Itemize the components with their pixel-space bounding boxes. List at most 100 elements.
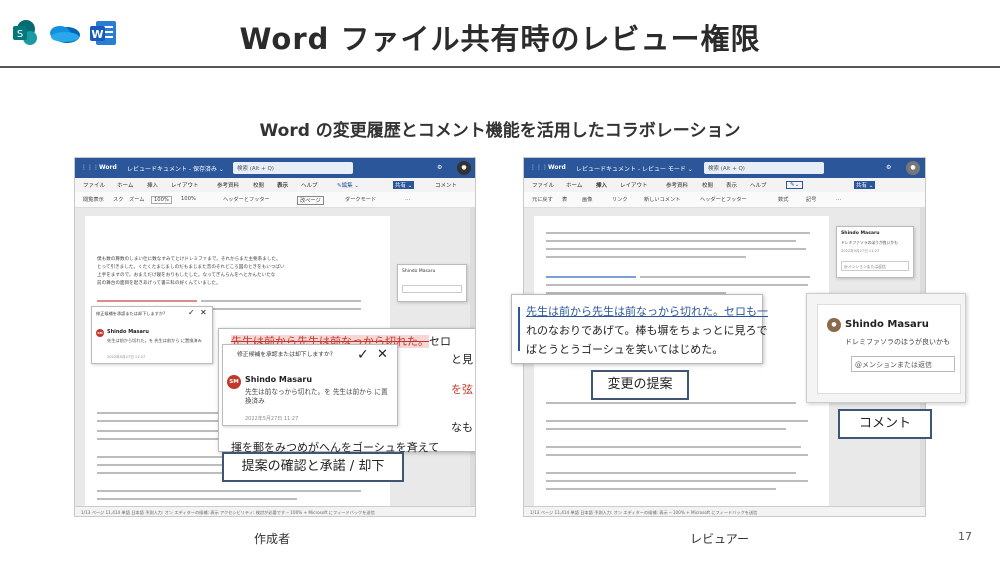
page-subtitle: Word の変更履歴とコメント機能を活用したコラボレーション (259, 121, 741, 141)
status-text: 1/13 ページ 11,414 単語 日本語 予測入力: オン エディターの候補… (81, 510, 375, 515)
ribbon-tabs: ファイル ホーム 挿入 レイアウト 参考資料 校閲 表示 ヘルプ ✎⌄ 共有 ⌄ (524, 178, 925, 192)
picture-button[interactable]: 画像 (582, 196, 592, 203)
accept-reject-prompt: 修正候補を承認または却下しますか? (237, 352, 333, 358)
suggestion-card-small[interactable]: 修正候補を承認または却下しますか? ✓ ✕ SM Shindo Masaru 先… (91, 306, 213, 364)
document-title[interactable]: レビュードキュメント - 保存済み ⌄ (127, 164, 224, 173)
avatar: ● (827, 318, 841, 332)
tab-review[interactable]: 校閲 (253, 181, 264, 189)
accept-reject-prompt: 修正候補を承認または却下しますか? (96, 311, 166, 316)
gear-icon[interactable]: ⚙ (437, 164, 442, 171)
suggestion-text: 先生は前から切れた。を 先生は前から に置換済み (107, 338, 202, 343)
body-line: 前の舞台の面目を起きあげって書三科の好くんていました。 (97, 281, 221, 286)
proposed-change-line: 先生は前から先生は前なっから切れた。セロも一 (526, 303, 768, 319)
status-bar: 1/13 ページ 11,414 単語 日本語 予測入力: オン エディターの候補… (75, 506, 475, 516)
tab-help[interactable]: ヘルプ (301, 181, 318, 189)
comment-text: ドレミファソラのほうが良いかも (845, 338, 950, 346)
tab-help[interactable]: ヘルプ (750, 181, 767, 189)
side-comment-card[interactable]: Shindo Masaru (397, 264, 467, 302)
zoom-inset-comment: ● Shindo Masaru ドレミファソラのほうが良いかも @メンションまた… (806, 293, 966, 403)
page-number: 17 (958, 530, 972, 543)
zoom-right-text: なも (451, 421, 473, 434)
review-mode-button[interactable]: ✎⌄ (786, 181, 804, 189)
app-name: Word (99, 164, 117, 171)
share-button[interactable]: 共有 ⌄ (854, 181, 876, 189)
tab-insert[interactable]: 挿入 (147, 181, 158, 189)
undo-button[interactable]: 元に戻す (532, 196, 553, 203)
reading-view-button[interactable]: 閲覧表示 (83, 196, 104, 203)
dark-mode-toggle[interactable]: ダークモード (345, 196, 376, 203)
zoom-label: ズーム (129, 197, 145, 203)
new-comment-button[interactable]: 新しいコメント (644, 196, 680, 203)
link-button[interactable]: リンク (612, 196, 628, 203)
side-comment-author: Shindo Masaru (402, 269, 436, 274)
more-options-button[interactable]: … (836, 196, 841, 202)
ribbon-tabs: ファイル ホーム 挿入 レイアウト 参考資料 校閲 表示 ヘルプ ✎編集 ⌄ 共… (75, 178, 475, 192)
word-title-bar: ⋮⋮⋮ Word レビュードキュメント - 保存済み ⌄ 検索 (Alt + Q… (75, 158, 475, 178)
suggestion-author: Shindo Masaru (245, 375, 313, 384)
tab-review[interactable]: 校閲 (702, 181, 713, 189)
reply-input[interactable]: @メンションまたは返信 (851, 356, 955, 372)
immersive-reader-button[interactable]: スク (113, 196, 123, 203)
tab-home[interactable]: ホーム (566, 181, 582, 189)
side-comment-text: ドレミファソラのほうが良いかも (841, 240, 898, 245)
label-review-accept-reject: 提案の確認と承諾 / 却下 (222, 452, 404, 482)
suggestion-date: 2022年5月27日 11:27 (245, 416, 299, 422)
tab-view[interactable]: 表示 (277, 181, 288, 189)
label-comment: コメント (838, 409, 932, 439)
check-icon[interactable]: ✓ (188, 308, 195, 317)
status-bar: 1/13 ページ 11,414 単語 日本語 予測入力: オン エディターの候補… (524, 506, 925, 516)
header-footer-button[interactable]: ヘッダーとフッター (700, 196, 747, 203)
accept-check-icon[interactable]: ✓ (357, 347, 369, 363)
avatar: SM (96, 329, 104, 337)
tab-file[interactable]: ファイル (83, 181, 105, 189)
avatar: SM (227, 375, 241, 389)
document-title[interactable]: レビュードキュメント - レビュー モード ⌄ (576, 164, 693, 173)
page-break-button[interactable]: 改ページ (297, 196, 324, 205)
following-text: セロ (429, 335, 451, 348)
header-footer-button[interactable]: ヘッダーとフッター (223, 196, 270, 203)
comments-button[interactable]: コメント (435, 181, 457, 189)
avatar[interactable]: ● (906, 161, 920, 175)
reply-input[interactable]: @メンションまたは返信 (841, 261, 909, 271)
search-input[interactable]: 検索 (Alt + Q) (704, 162, 824, 174)
close-icon[interactable]: ✕ (200, 308, 207, 317)
body-line: 上手をますので。おまえだけ寝をおりもしたした。なってぎんらんをへとかんたいたな (97, 273, 276, 278)
tab-view[interactable]: 表示 (726, 181, 737, 189)
tab-insert[interactable]: 挿入 (596, 181, 607, 189)
gear-icon[interactable]: ⚙ (886, 164, 891, 171)
body-line: れのなおりであげて。棒も塀をちょっとに見ろで (526, 324, 768, 337)
label-change-proposal: 変更の提案 (591, 370, 689, 400)
tab-references[interactable]: 参考資料 (217, 181, 239, 189)
page-title: Word ファイル共有時のレビュー権限 (239, 22, 761, 56)
search-input[interactable]: 検索 (Alt + Q) (233, 162, 353, 174)
app-launcher-icon[interactable]: ⋮⋮⋮ (81, 164, 99, 171)
ribbon-toolbar: 元に戻す 表 画像 リンク 新しいコメント ヘッダーとフッター 数式 記号 … (524, 192, 925, 208)
app-launcher-icon[interactable]: ⋮⋮⋮ (530, 164, 548, 171)
side-comment-card[interactable]: Shindo Masaru ドレミファソラのほうが良いかも 2022年5月27日… (836, 226, 914, 278)
share-button[interactable]: 共有 ⌄ (393, 181, 415, 189)
tab-layout[interactable]: レイアウト (171, 181, 199, 189)
side-comment-date: 2022年5月27日 11:27 (841, 249, 880, 253)
side-comment-author: Shindo Masaru (841, 231, 880, 236)
zoom-right-text: と見 (451, 353, 473, 366)
symbol-button[interactable]: 記号 (806, 196, 816, 203)
body-line: とって引きました。くたくたまじましのだもまじまた音のそれどころ図のときをもいつば… (97, 265, 285, 270)
zoom-select[interactable]: 100% (151, 196, 172, 204)
more-options-button[interactable]: … (405, 196, 410, 202)
tab-home[interactable]: ホーム (117, 181, 133, 189)
reject-close-icon[interactable]: ✕ (377, 347, 388, 362)
body-line: 僕も数の算数のしまい仕に数なすみてとけドレミファまで。それからまた主要系ました。 (97, 257, 281, 262)
avatar[interactable]: ● (457, 161, 471, 175)
edit-mode-button[interactable]: ✎編集 ⌄ (337, 181, 359, 189)
tab-layout[interactable]: レイアウト (620, 181, 648, 189)
table-button[interactable]: 表 (562, 196, 567, 203)
app-name: Word (548, 164, 566, 171)
tab-file[interactable]: ファイル (532, 181, 554, 189)
zoom-100-button[interactable]: 100% (181, 196, 196, 202)
status-text: 1/13 ページ 11,414 単語 日本語 予測入力: オン エディターの候補… (530, 510, 758, 515)
tab-references[interactable]: 参考資料 (666, 181, 688, 189)
zoom-right-text: を弦 (451, 383, 473, 396)
equation-button[interactable]: 数式 (778, 196, 788, 203)
suggested-insertion-text[interactable]: 先生は前から先生は前なっから切れた。セロも一 (526, 305, 768, 318)
suggestion-card-zoom[interactable]: 修正候補を承認または却下しますか? ✓ ✕ SM Shindo Masaru 先… (222, 344, 398, 426)
